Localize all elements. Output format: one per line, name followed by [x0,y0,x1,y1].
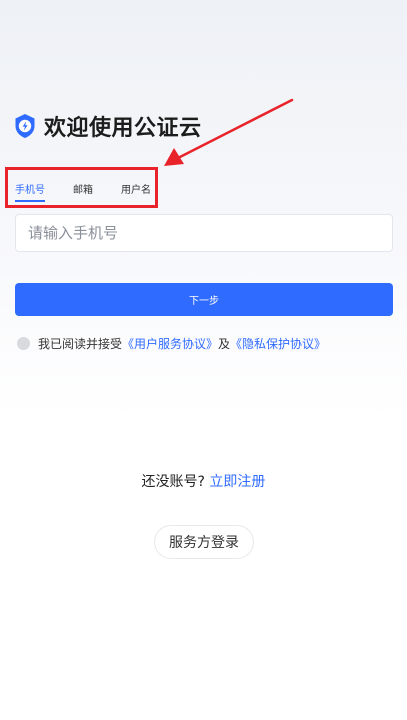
register-link[interactable]: 立即注册 [209,474,265,490]
register-prompt: 还没账号? [141,474,205,490]
tab-username[interactable]: 用户名 [121,184,151,202]
agreement-checkbox[interactable] [17,337,30,350]
provider-login-button[interactable]: 服务方登录 [154,525,254,559]
service-agreement-link[interactable]: 《用户服务协议》 [122,335,218,352]
agreement-row: 我已阅读并接受 《用户服务协议》 及 《隐私保护协议》 [17,335,326,352]
privacy-agreement-link[interactable]: 《隐私保护协议》 [230,335,326,352]
login-method-tabs: 手机号 邮箱 用户名 [15,184,179,202]
agreement-joiner: 及 [218,337,231,351]
tab-email[interactable]: 邮箱 [73,184,93,202]
agreement-prefix: 我已阅读并接受 [38,337,123,351]
register-row: 还没账号? 立即注册 [0,471,407,491]
annotation-arrow [164,98,294,166]
phone-input[interactable] [15,214,393,252]
next-button[interactable]: 下一步 [15,283,393,316]
shield-lightning-icon [15,114,35,138]
tab-phone[interactable]: 手机号 [15,184,45,202]
